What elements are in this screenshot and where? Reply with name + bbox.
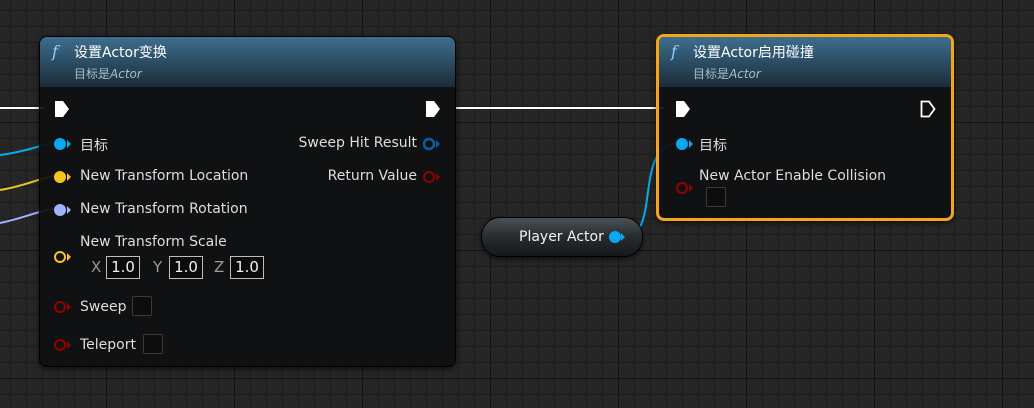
enable-collision-checkbox[interactable] (706, 187, 726, 207)
exec-out-pin-icon[interactable] (425, 100, 441, 118)
node-title: 设置Actor启用碰撞 (693, 45, 814, 61)
scale-z-label: Z (214, 258, 225, 276)
teleport-pin-label: Teleport (80, 337, 136, 353)
location-pin-icon[interactable] (53, 169, 73, 185)
scale-z-input[interactable]: 1.0 (230, 256, 264, 279)
teleport-checkbox[interactable] (143, 334, 163, 354)
target-pin-label: 目标 (699, 138, 727, 154)
node-header[interactable]: f 设置Actor启用碰撞 目标是Actor (659, 37, 951, 87)
player-actor-variable-node[interactable]: Player Actor (481, 217, 643, 257)
rotation-pin-icon[interactable] (53, 202, 73, 218)
scale-x-input[interactable]: 1.0 (106, 256, 140, 279)
enable-collision-pin-label: New Actor Enable Collision (699, 168, 887, 184)
target-pin-label: 目标 (80, 138, 108, 154)
sweep-pin-icon[interactable] (53, 299, 73, 315)
target-pin-icon[interactable] (53, 136, 73, 152)
scale-pin-label: New Transform Scale (80, 234, 227, 250)
location-pin-label: New Transform Location (80, 168, 249, 184)
player-actor-pin-icon[interactable] (607, 229, 627, 245)
return-value-label: Return Value (327, 168, 417, 184)
node-subtitle: 目标是Actor (74, 67, 142, 81)
rotation-pin-label: New Transform Rotation (80, 201, 248, 217)
set-actor-enable-collision-node[interactable]: f 设置Actor启用碰撞 目标是Actor 目标 New Actor Enab… (656, 34, 954, 221)
scale-x-label: X (91, 258, 102, 276)
sweep-pin-label: Sweep (80, 299, 127, 315)
exec-out-pin-icon[interactable] (920, 100, 936, 118)
scale-y-input[interactable]: 1.0 (169, 256, 203, 279)
scale-y-label: Y (153, 258, 163, 276)
scale-pin-icon[interactable] (53, 249, 73, 265)
sweep-hit-result-label: Sweep Hit Result (298, 135, 417, 151)
return-value-pin-icon[interactable] (422, 169, 442, 185)
node-subtitle: 目标是Actor (693, 67, 761, 81)
enable-collision-pin-icon[interactable] (675, 180, 695, 196)
sweep-hit-result-pin-icon[interactable] (422, 136, 442, 152)
teleport-pin-icon[interactable] (53, 337, 73, 353)
function-icon: f (671, 42, 677, 61)
target-pin-icon[interactable] (675, 136, 695, 152)
exec-in-pin-icon[interactable] (675, 100, 691, 118)
variable-label: Player Actor (519, 229, 604, 245)
function-icon: f (52, 42, 58, 61)
set-actor-transform-node[interactable]: f 设置Actor变换 目标是Actor 目标 New Transform Lo… (39, 36, 456, 367)
node-title: 设置Actor变换 (74, 45, 167, 61)
sweep-checkbox[interactable] (132, 296, 152, 316)
exec-in-pin-icon[interactable] (54, 100, 70, 118)
node-header[interactable]: f 设置Actor变换 目标是Actor (40, 37, 455, 87)
